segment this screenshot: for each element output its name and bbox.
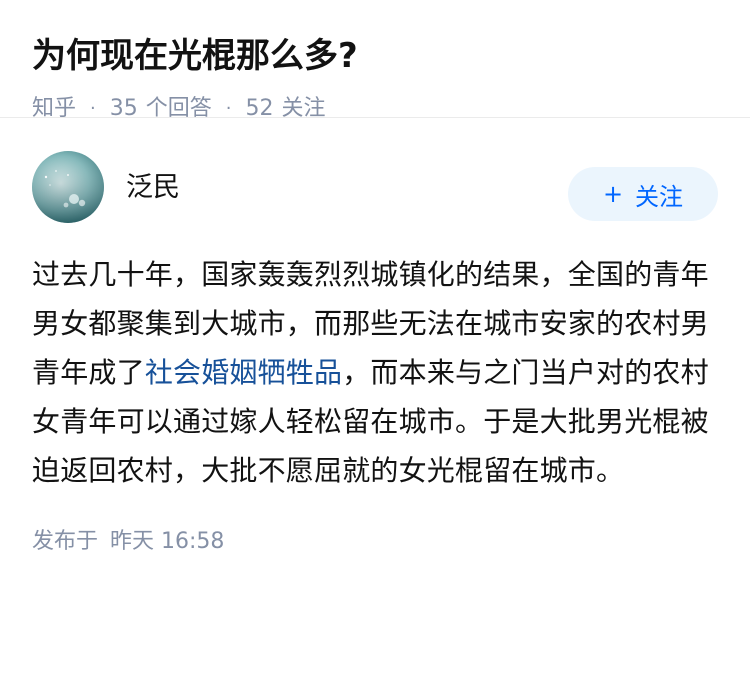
- author-name[interactable]: 泛民: [126, 165, 180, 204]
- content-link[interactable]: 社会婚姻牺牲品: [145, 356, 342, 389]
- follower-count: 52: [245, 96, 274, 121]
- author-row: 泛民 + 关注: [32, 150, 718, 224]
- plus-icon: +: [602, 180, 624, 208]
- question-meta: 知乎 · 35 个回答 · 52 关注: [32, 94, 718, 124]
- answer-count-label[interactable]: 个回答: [146, 94, 212, 124]
- avatar-image: [32, 151, 104, 223]
- separator-dot-icon: ·: [225, 98, 232, 119]
- source-label[interactable]: 知乎: [32, 94, 76, 124]
- follow-button-label: 关注: [635, 182, 684, 211]
- answer-card: 泛民 + 关注 过去几十年，国家轰轰烈烈城镇化的结果，全国的青年男女都聚集到大城…: [0, 150, 750, 557]
- separator-dot-icon: ·: [90, 98, 96, 119]
- published-label: 发布于: [32, 529, 99, 554]
- question-title[interactable]: 为何现在光棍那么多?: [32, 32, 718, 80]
- follower-count-label: 关注: [281, 96, 326, 121]
- answer-count: 35: [109, 96, 138, 121]
- answer-footer: 发布于 昨天 16:58: [32, 527, 718, 557]
- avatar[interactable]: [32, 151, 104, 223]
- published-time: 昨天 16:58: [110, 529, 225, 554]
- answer-content: 过去几十年，国家轰轰烈烈城镇化的结果，全国的青年男女都聚集到大城市，而那些无法在…: [32, 250, 718, 495]
- follow-button[interactable]: + 关注: [568, 167, 718, 221]
- question-header: 为何现在光棍那么多? 知乎 · 35 个回答 · 52 关注: [0, 0, 750, 121]
